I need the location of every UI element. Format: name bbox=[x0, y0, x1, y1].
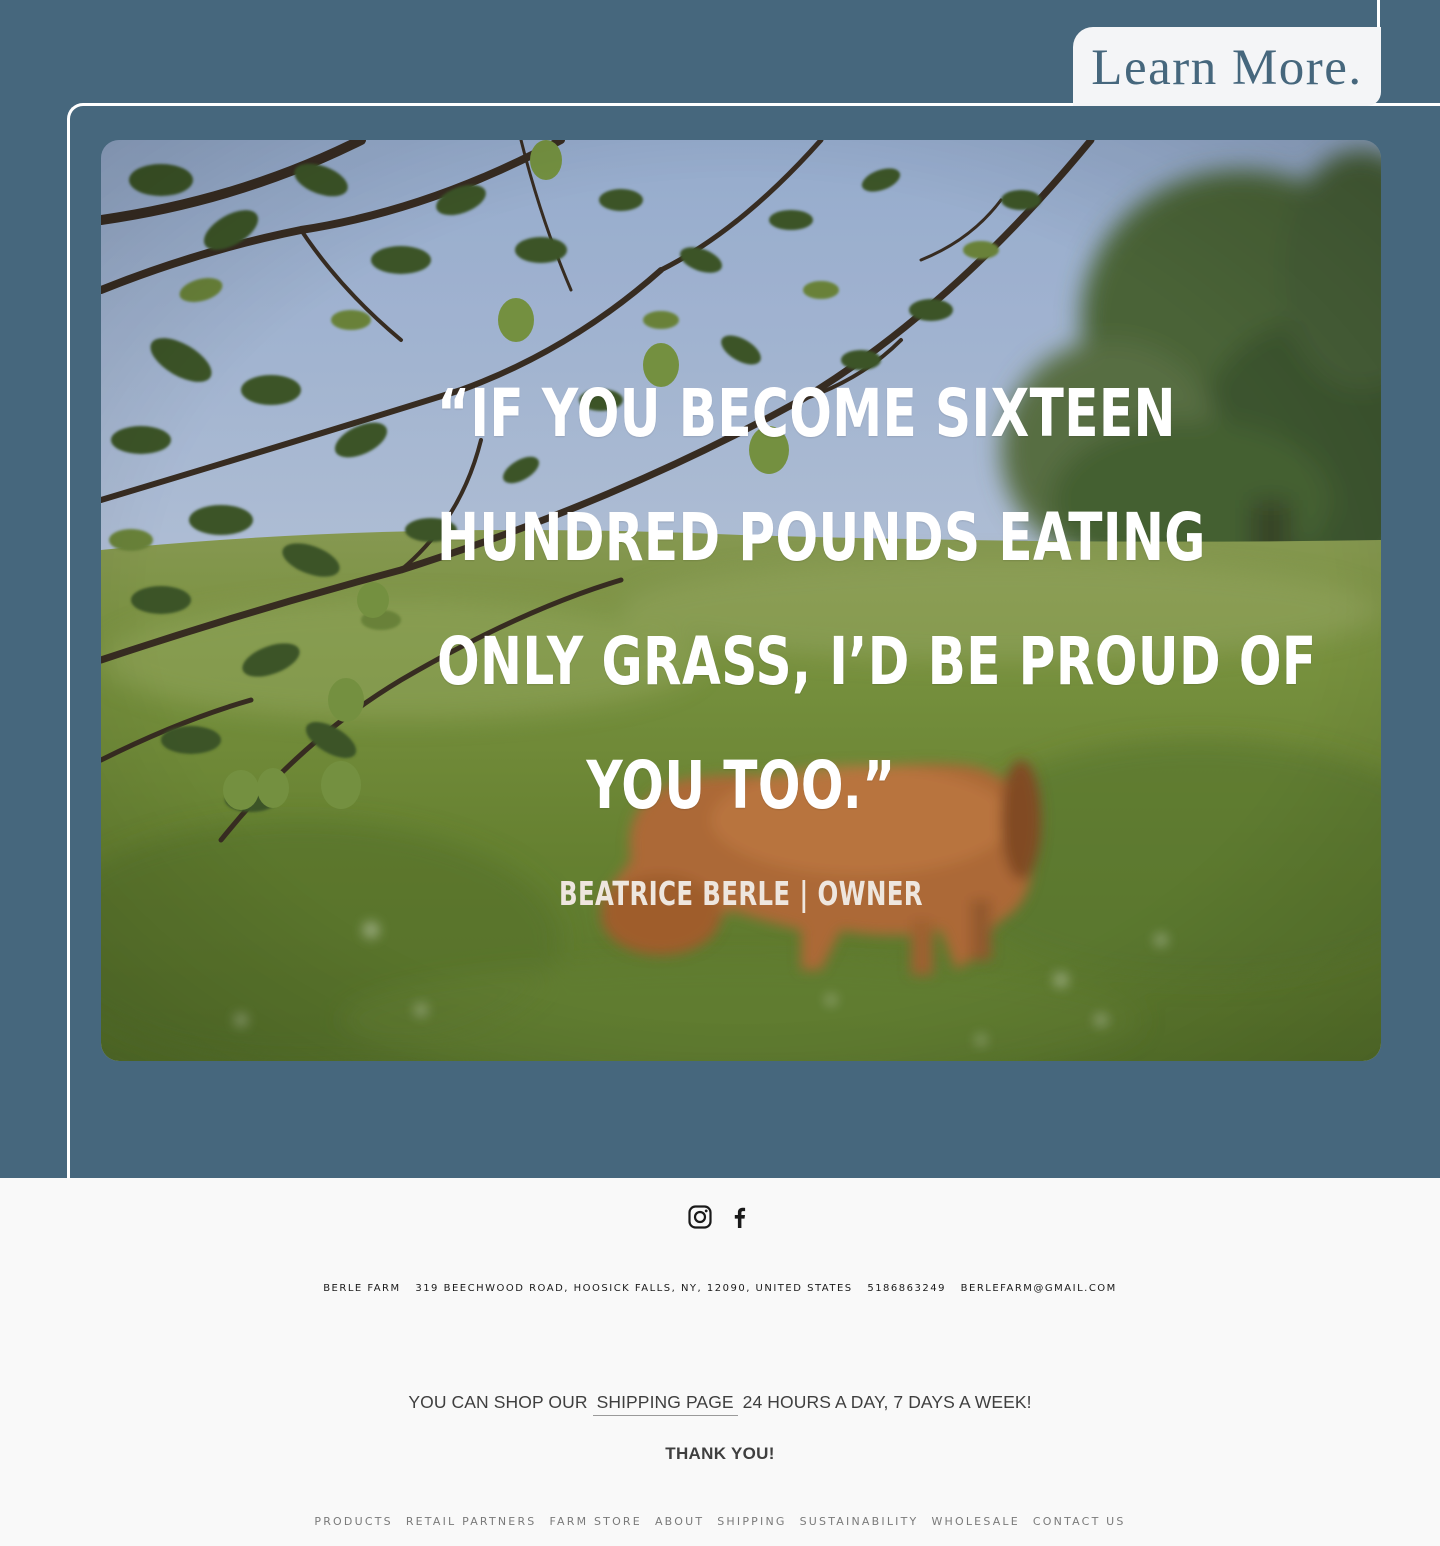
quote-line: hundred pounds eating bbox=[437, 499, 1206, 576]
quote-line: only grass, I’d be proud of bbox=[437, 623, 1317, 700]
business-contact-line: BERLE FARM 319 BEECHWOOD ROAD, HOOSICK F… bbox=[0, 1283, 1440, 1294]
footer-nav-about[interactable]: ABOUT bbox=[655, 1515, 704, 1528]
decorative-tab-line bbox=[1377, 0, 1380, 30]
shipping-page-link[interactable]: SHIPPING PAGE bbox=[592, 1392, 738, 1416]
shop-notice: YOU CAN SHOP OUR SHIPPING PAGE 24 HOURS … bbox=[0, 1392, 1440, 1416]
learn-more-button[interactable]: Learn More. bbox=[1073, 27, 1381, 106]
footer-nav-retail-partners[interactable]: RETAIL PARTNERS bbox=[406, 1515, 537, 1528]
instagram-link[interactable] bbox=[687, 1204, 713, 1232]
business-name: BERLE FARM bbox=[323, 1283, 401, 1294]
facebook-link[interactable] bbox=[727, 1204, 753, 1232]
quote-line: you too.” bbox=[586, 747, 896, 824]
footer-nav-farm-store[interactable]: FARM STORE bbox=[550, 1515, 642, 1528]
footer-nav-contact-us[interactable]: CONTACT US bbox=[1033, 1515, 1126, 1528]
footer-nav-wholesale[interactable]: WHOLESALE bbox=[931, 1515, 1019, 1528]
quote-line: “If you become sixteen bbox=[437, 375, 1176, 452]
business-address: 319 BEECHWOOD ROAD, HOOSICK FALLS, NY, 1… bbox=[415, 1283, 853, 1294]
footer-navigation: PRODUCTS RETAIL PARTNERS FARM STORE ABOU… bbox=[0, 1515, 1440, 1528]
footer-nav-products[interactable]: PRODUCTS bbox=[314, 1515, 392, 1528]
shop-notice-prefix: YOU CAN SHOP OUR bbox=[408, 1392, 588, 1412]
business-email[interactable]: BERLEFARM@GMAIL.COM bbox=[961, 1283, 1117, 1294]
footer-nav-sustainability[interactable]: SUSTAINABILITY bbox=[800, 1515, 919, 1528]
owner-quote: “If you become sixteen hundred pounds ea… bbox=[437, 352, 1317, 848]
facebook-icon bbox=[734, 1207, 746, 1228]
instagram-icon bbox=[688, 1205, 712, 1229]
business-phone[interactable]: 5186863249 bbox=[867, 1283, 946, 1294]
shop-notice-suffix: 24 HOURS A DAY, 7 DAYS A WEEK! bbox=[742, 1392, 1032, 1412]
footer-nav-shipping[interactable]: SHIPPING bbox=[717, 1515, 786, 1528]
social-links bbox=[0, 1204, 1440, 1232]
quote-block: “If you become sixteen hundred pounds ea… bbox=[101, 140, 1381, 1061]
thank-you-text: THANK YOU! bbox=[665, 1444, 775, 1463]
hero-section: Learn More. “IF YOU BECOME SIXTEEN HUNDR… bbox=[0, 0, 1440, 1178]
hero-photo-card: “If you become sixteen hundred pounds ea… bbox=[101, 140, 1381, 1061]
quote-attribution: BEATRICE BERLE | OWNER bbox=[559, 874, 923, 913]
